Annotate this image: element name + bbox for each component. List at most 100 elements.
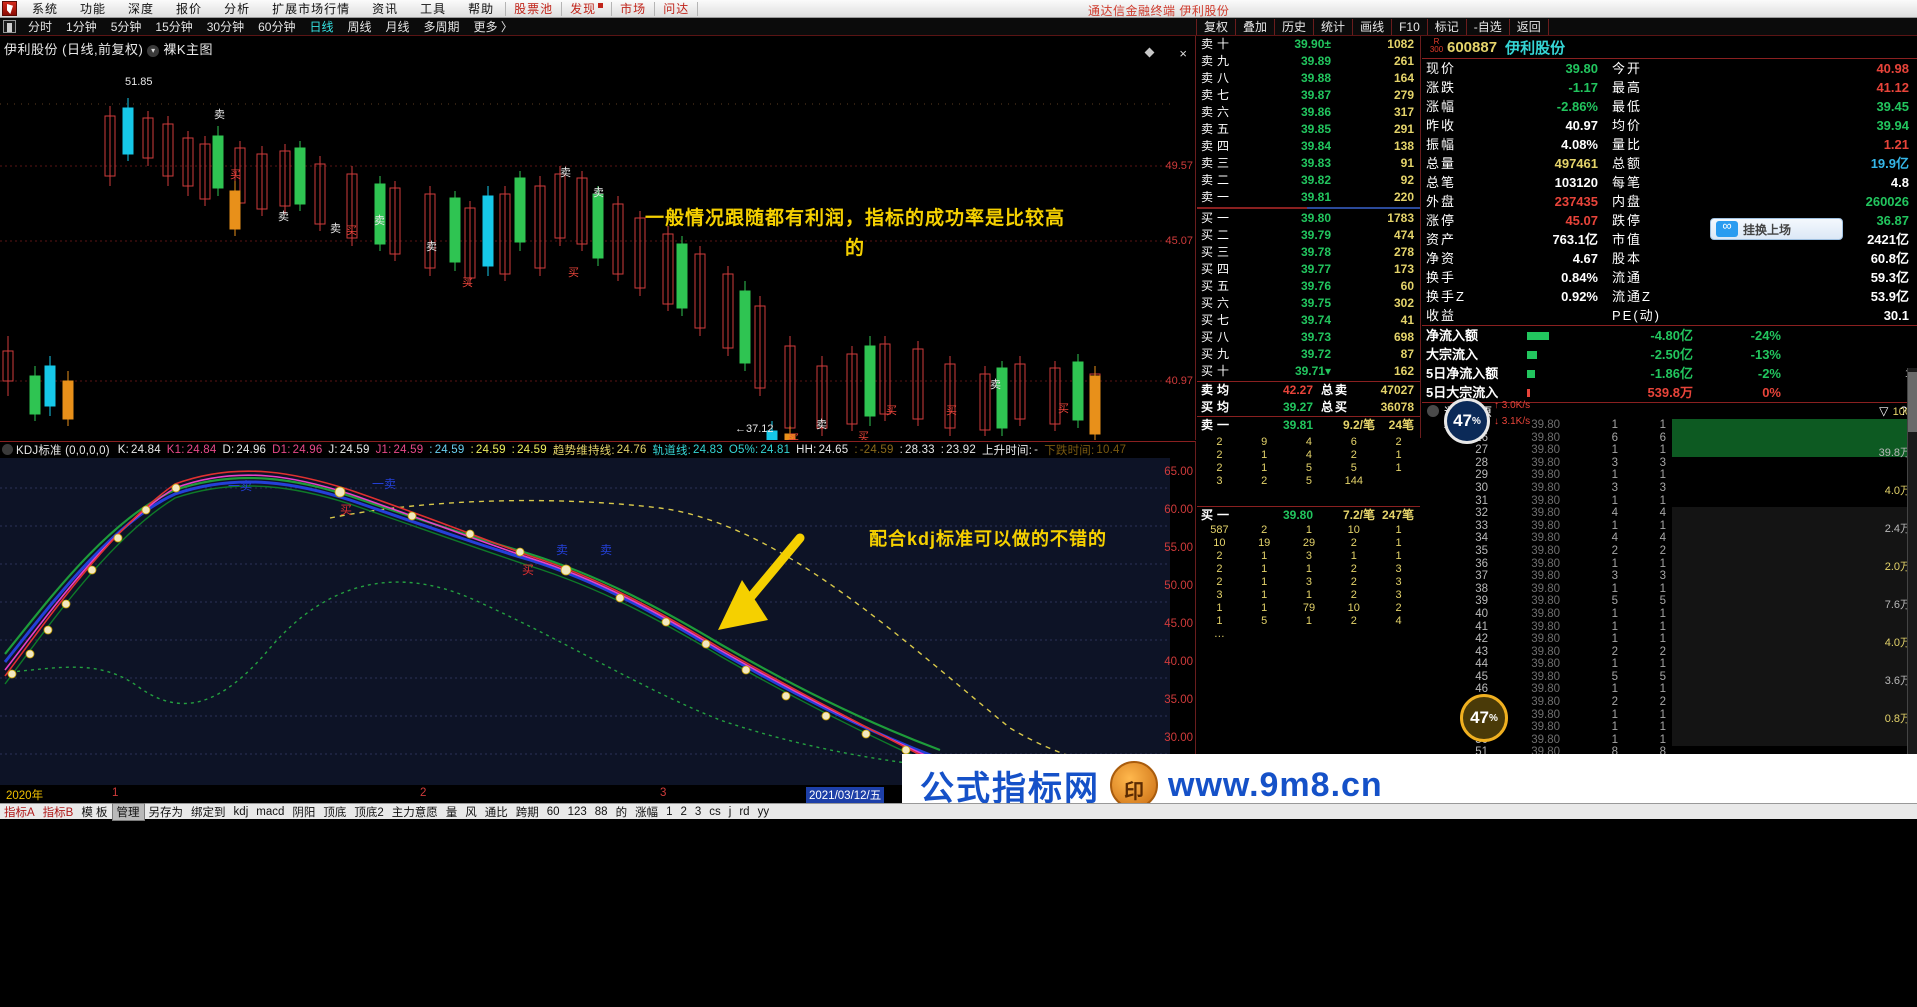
sell-order-row[interactable]: 卖五39.85291 bbox=[1197, 121, 1420, 138]
buy-order-row[interactable]: 买三39.78278 bbox=[1197, 244, 1420, 261]
menu-item-8[interactable]: 帮助 bbox=[457, 0, 505, 18]
tick-row[interactable]: 2739.8011 bbox=[1422, 444, 1917, 457]
sell-order-row[interactable]: 卖三39.8391 bbox=[1197, 155, 1420, 172]
tick-row[interactable]: 2639.8066 bbox=[1422, 432, 1917, 445]
period-fenshi[interactable]: 分时 bbox=[21, 18, 59, 36]
status-item-24[interactable]: cs bbox=[705, 806, 725, 818]
tick-row[interactable]: 3939.8055 bbox=[1422, 595, 1917, 608]
tick-row[interactable]: 3339.8011 bbox=[1422, 520, 1917, 533]
order-book-panel[interactable]: 卖十39.90±1082卖九39.89261卖八39.88164卖七39.872… bbox=[1197, 36, 1421, 438]
promo-banner[interactable]: 挂换上场 bbox=[1710, 218, 1843, 240]
status-item-11[interactable]: 主力意愿 bbox=[388, 804, 442, 820]
status-item-18[interactable]: 88 bbox=[591, 806, 612, 818]
status-item-10[interactable]: 顶底2 bbox=[350, 804, 387, 820]
buy-order-row[interactable]: 买五39.7660 bbox=[1197, 278, 1420, 295]
tool-stats[interactable]: 统计 bbox=[1314, 19, 1353, 35]
sell-order-row[interactable]: 卖十39.90±1082 bbox=[1197, 36, 1420, 53]
status-item-13[interactable]: 风 bbox=[461, 804, 481, 820]
sell-order-row[interactable]: 卖六39.86317 bbox=[1197, 104, 1420, 121]
status-item-4[interactable]: 另存为 bbox=[145, 804, 188, 820]
status-item-20[interactable]: 涨幅 bbox=[631, 804, 662, 820]
kdj-panel[interactable]: KDJ标准 (0,0,0,0)K:24.84K1:24.84D:24.96D1:… bbox=[0, 441, 1196, 785]
period-60min[interactable]: 60分钟 bbox=[251, 18, 302, 36]
tool-drawline[interactable]: 画线 bbox=[1353, 19, 1392, 35]
menu-item-3[interactable]: 报价 bbox=[165, 0, 213, 18]
status-item-0[interactable]: 指标A bbox=[0, 804, 39, 820]
k-chart-panel[interactable]: 伊利股份 (日线,前复权)▾裸K主图 × bbox=[0, 36, 1196, 440]
buy-order-row[interactable]: 买九39.7287 bbox=[1197, 346, 1420, 363]
status-item-25[interactable]: j bbox=[725, 806, 736, 818]
status-item-26[interactable]: rd bbox=[735, 806, 753, 818]
menu-item-2[interactable]: 深度 bbox=[117, 0, 165, 18]
tick-row[interactable]: 4639.8011 bbox=[1422, 683, 1917, 696]
tick-row[interactable]: 4439.8011 bbox=[1422, 658, 1917, 671]
tool-back[interactable]: 返回 bbox=[1510, 19, 1549, 35]
menu-item-0[interactable]: 系统 bbox=[21, 0, 69, 18]
tick-row[interactable]: 3139.8011 bbox=[1422, 495, 1917, 508]
buy-order-row[interactable]: 买八39.73698 bbox=[1197, 329, 1420, 346]
tick-row[interactable]: 3439.8044 bbox=[1422, 532, 1917, 545]
tick-row[interactable]: 4339.8022 bbox=[1422, 646, 1917, 659]
kdj-settings-icon[interactable] bbox=[2, 444, 13, 455]
tool-fuquan[interactable]: 复权 bbox=[1196, 19, 1236, 35]
status-item-12[interactable]: 量 bbox=[442, 804, 462, 820]
sell-order-row[interactable]: 卖七39.87279 bbox=[1197, 87, 1420, 104]
status-item-1[interactable]: 指标B bbox=[39, 804, 78, 820]
period-multi[interactable]: 多周期 bbox=[417, 18, 467, 36]
tool-mark[interactable]: 标记 bbox=[1428, 19, 1467, 35]
status-item-14[interactable]: 通比 bbox=[481, 804, 512, 820]
tick-row[interactable]: 3239.8044 bbox=[1422, 507, 1917, 520]
tick-row[interactable]: 3039.8033 bbox=[1422, 482, 1917, 495]
buy-order-row[interactable]: 买七39.7441 bbox=[1197, 312, 1420, 329]
status-item-5[interactable]: 绑定到 bbox=[187, 804, 230, 820]
status-item-21[interactable]: 1 bbox=[662, 806, 676, 818]
menu-item-7[interactable]: 工具 bbox=[409, 0, 457, 18]
period-more[interactable]: 更多 〉 bbox=[467, 18, 520, 36]
tool-watchlist[interactable]: -自选 bbox=[1467, 19, 1510, 35]
period-15min[interactable]: 15分钟 bbox=[148, 18, 199, 36]
status-item-2[interactable]: 模 板 bbox=[77, 804, 111, 820]
period-weekly[interactable]: 周线 bbox=[340, 18, 378, 36]
status-item-22[interactable]: 2 bbox=[676, 806, 690, 818]
menu-item-5[interactable]: 扩展市场行情 bbox=[261, 0, 361, 18]
sell-order-row[interactable]: 卖二39.8292 bbox=[1197, 172, 1420, 189]
period-monthly[interactable]: 月线 bbox=[379, 18, 417, 36]
tick-scrollbar[interactable] bbox=[1907, 368, 1917, 754]
tick-row[interactable]: 3539.8022 bbox=[1422, 545, 1917, 558]
menu-item-discover[interactable]: 发现 bbox=[562, 0, 611, 18]
tick-row[interactable]: 2939.8011 bbox=[1422, 469, 1917, 482]
tick-row[interactable]: 3839.8011 bbox=[1422, 583, 1917, 596]
menu-item-6[interactable]: 资讯 bbox=[361, 0, 409, 18]
tick-row[interactable]: 3739.8033 bbox=[1422, 570, 1917, 583]
tool-overlay[interactable]: 叠加 bbox=[1236, 19, 1275, 35]
menu-item-4[interactable]: 分析 bbox=[213, 0, 261, 18]
buy-order-row[interactable]: 买十39.71▾162 bbox=[1197, 363, 1420, 380]
tick-row[interactable]: 4139.8011 bbox=[1422, 621, 1917, 634]
buy-order-row[interactable]: 买二39.79474 bbox=[1197, 227, 1420, 244]
status-item-17[interactable]: 123 bbox=[564, 806, 591, 818]
sell-order-row[interactable]: 卖一39.81220 bbox=[1197, 189, 1420, 206]
status-item-19[interactable]: 的 bbox=[612, 804, 632, 820]
status-item-3[interactable]: 管理 bbox=[112, 803, 145, 821]
tick-row[interactable]: 2839.8033 bbox=[1422, 457, 1917, 470]
period-30min[interactable]: 30分钟 bbox=[200, 18, 251, 36]
status-item-7[interactable]: macd bbox=[252, 806, 288, 818]
tool-f10[interactable]: F10 bbox=[1392, 19, 1428, 35]
tick-row[interactable]: 4039.8011 bbox=[1422, 608, 1917, 621]
tick-row[interactable]: 4239.8011 bbox=[1422, 633, 1917, 646]
status-item-23[interactable]: 3 bbox=[691, 806, 705, 818]
buy-order-row[interactable]: 买六39.75302 bbox=[1197, 295, 1420, 312]
buy-order-row[interactable]: 买一39.801783 bbox=[1197, 210, 1420, 227]
sell-order-row[interactable]: 卖八39.88164 bbox=[1197, 70, 1420, 87]
tick-row[interactable]: 3639.8011 bbox=[1422, 558, 1917, 571]
layout-toggle-icon[interactable] bbox=[3, 20, 16, 33]
buy-order-row[interactable]: 买四39.77173 bbox=[1197, 261, 1420, 278]
status-item-16[interactable]: 60 bbox=[543, 806, 564, 818]
status-item-6[interactable]: kdj bbox=[230, 806, 253, 818]
menu-item-stock-pool[interactable]: 股票池 bbox=[506, 0, 561, 18]
quote-panel[interactable]: R 300 600887 伊利股份 现价39.80今开40.98涨跌-1.17最… bbox=[1422, 36, 1917, 336]
status-item-15[interactable]: 跨期 bbox=[512, 804, 543, 820]
menu-item-1[interactable]: 功能 bbox=[69, 0, 117, 18]
tick-row[interactable]: 4539.8055 bbox=[1422, 671, 1917, 684]
period-5min[interactable]: 5分钟 bbox=[104, 18, 149, 36]
